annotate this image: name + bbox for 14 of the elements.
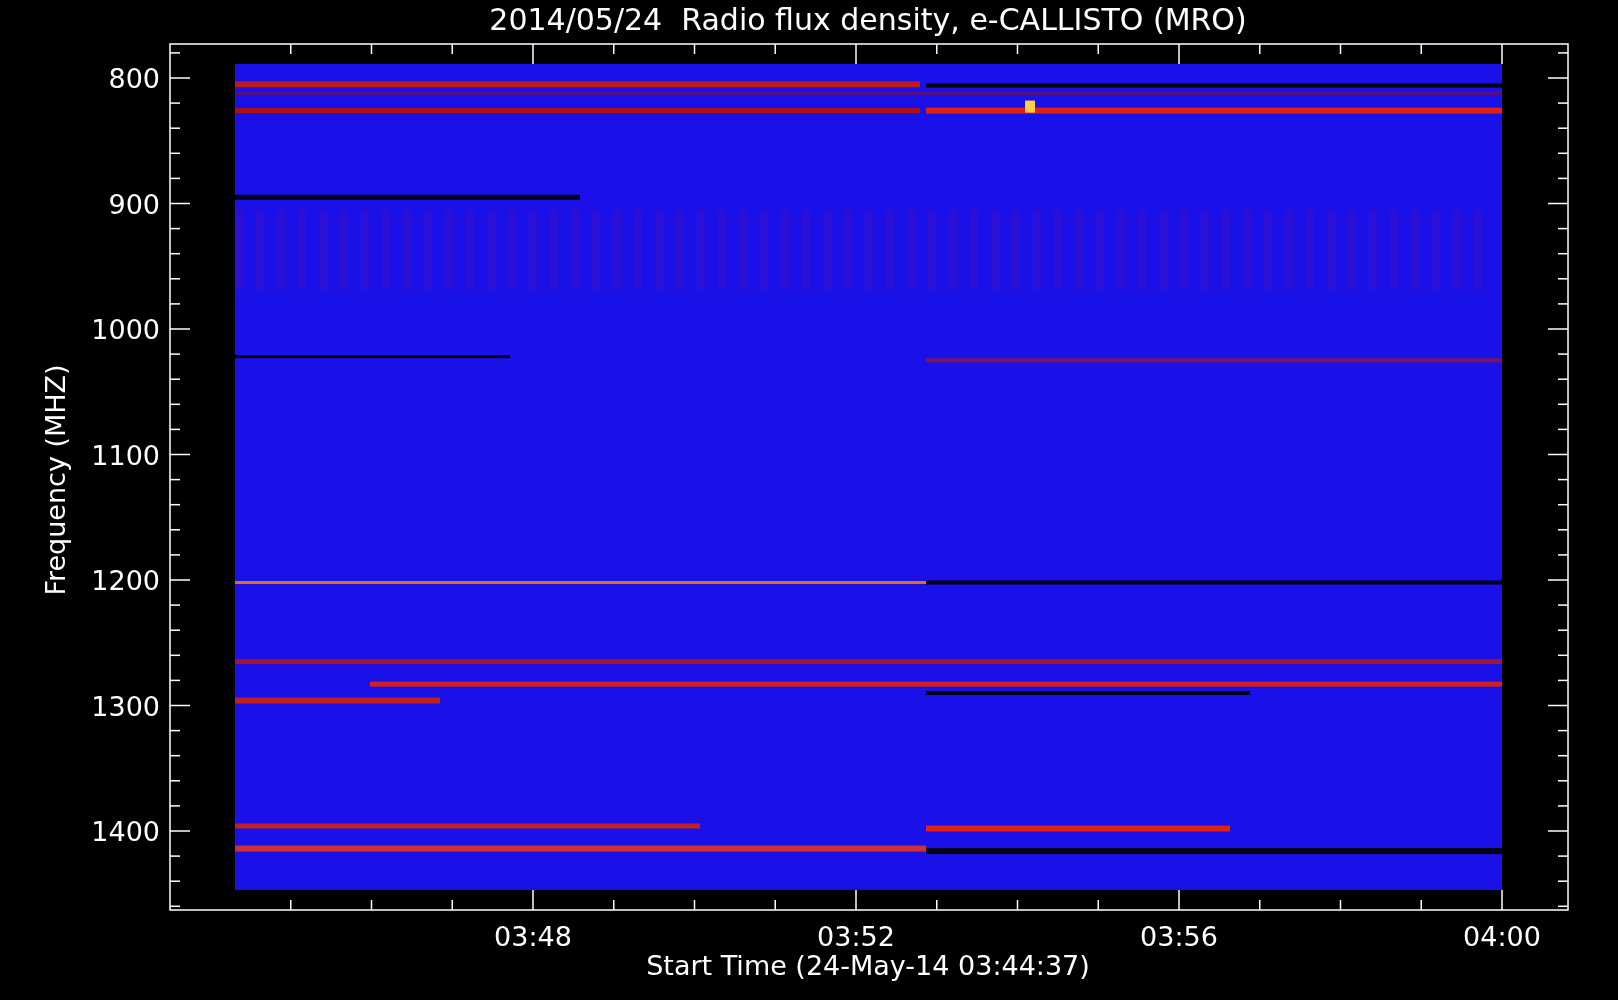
y-tick-label: 1000: [91, 314, 160, 345]
x-tick-label: 03:52: [817, 921, 895, 952]
y-tick-label: 1100: [91, 439, 160, 471]
y-tick-label: 900: [108, 188, 160, 220]
chart-title: 2014/05/24 Radio flux density, e-CALLISTO (MRO): [489, 2, 1247, 37]
y-tick-label: 1200: [91, 565, 160, 596]
y-tick-label: 800: [108, 63, 160, 94]
x-tick-label: 03:56: [1140, 921, 1218, 952]
x-axis-label: Start Time (24-May-14 03:44:37): [646, 950, 1090, 981]
y-tick-label: 1300: [91, 690, 160, 722]
y-tick-label: 1400: [91, 816, 160, 847]
x-tick-label: 03:48: [494, 921, 572, 952]
y-axis-label: Frequency (MHZ): [40, 364, 71, 596]
x-tick-label: 04:00: [1463, 921, 1541, 952]
